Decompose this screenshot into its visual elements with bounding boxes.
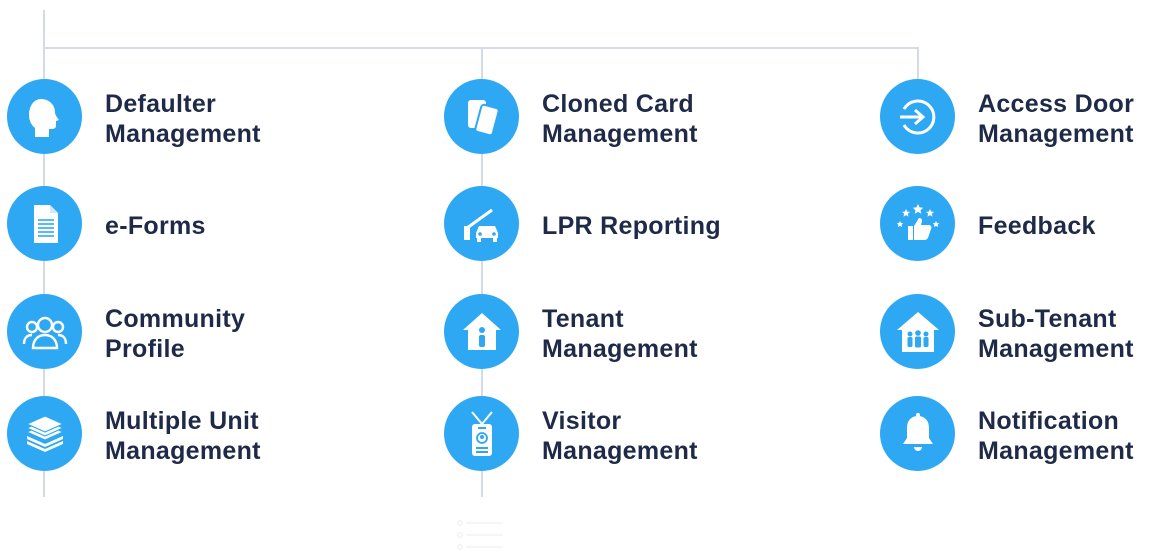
- feature-label-line: Visitor: [542, 407, 622, 435]
- feature-label-line: Management: [542, 120, 698, 148]
- feature-label-line: Management: [105, 437, 261, 465]
- feature-label-line: Profile: [105, 335, 185, 363]
- visitor-badge-icon: [444, 396, 519, 471]
- house-person-icon: [444, 294, 519, 369]
- feature-label-line: Tenant: [542, 305, 624, 333]
- connector-top-stub: [43, 10, 45, 48]
- head-profile-icon: [7, 79, 82, 154]
- layers-icon: [7, 396, 82, 471]
- feature-defaulter-management: Defaulter Management: [7, 79, 337, 159]
- feature-label-line: LPR Reporting: [542, 212, 721, 240]
- feature-cloned-card-management: Cloned Card Management: [444, 79, 774, 159]
- house-family-icon: [880, 294, 955, 369]
- feature-label-line: e-Forms: [105, 212, 206, 240]
- document-icon: [7, 186, 82, 261]
- feature-lpr-reporting: LPR Reporting: [444, 186, 774, 266]
- feature-community-profile: Community Profile: [7, 294, 337, 374]
- feature-notification-management: Notification Management: [880, 396, 1170, 476]
- feature-label-line: Management: [978, 335, 1134, 363]
- feature-visitor-management: Visitor Management: [444, 396, 774, 476]
- feature-label-line: Notification: [978, 407, 1120, 435]
- thumbs-up-stars-icon: [880, 186, 955, 261]
- barrier-car-icon: [444, 186, 519, 261]
- feature-label-line: Feedback: [978, 212, 1096, 240]
- feature-feedback: Feedback: [880, 186, 1170, 266]
- feature-label-line: Cloned Card: [542, 90, 694, 118]
- feature-tenant-management: Tenant Management: [444, 294, 774, 374]
- feature-label-line: Defaulter: [105, 90, 217, 118]
- feature-label-line: Management: [542, 437, 698, 465]
- bell-icon: [880, 396, 955, 471]
- feature-sub-tenant-management: Sub-Tenant Management: [880, 294, 1170, 374]
- feature-label-line: Management: [542, 335, 698, 363]
- feature-label-line: Multiple Unit: [105, 407, 259, 435]
- feature-access-door-management: Access Door Management: [880, 79, 1170, 159]
- enter-door-icon: [880, 79, 955, 154]
- feature-label-line: Sub-Tenant: [978, 305, 1117, 333]
- faint-list-icon: [455, 518, 505, 554]
- feature-label-line: Management: [105, 120, 261, 148]
- feature-label-line: Management: [978, 120, 1134, 148]
- feature-multiple-unit-management: Multiple Unit Management: [7, 396, 337, 476]
- feature-label-line: Management: [978, 437, 1134, 465]
- feature-label-line: Community: [105, 305, 246, 333]
- cards-icon: [444, 79, 519, 154]
- feature-e-forms: e-Forms: [7, 186, 337, 266]
- people-group-icon: [7, 294, 82, 369]
- feature-label-line: Access Door: [978, 90, 1135, 118]
